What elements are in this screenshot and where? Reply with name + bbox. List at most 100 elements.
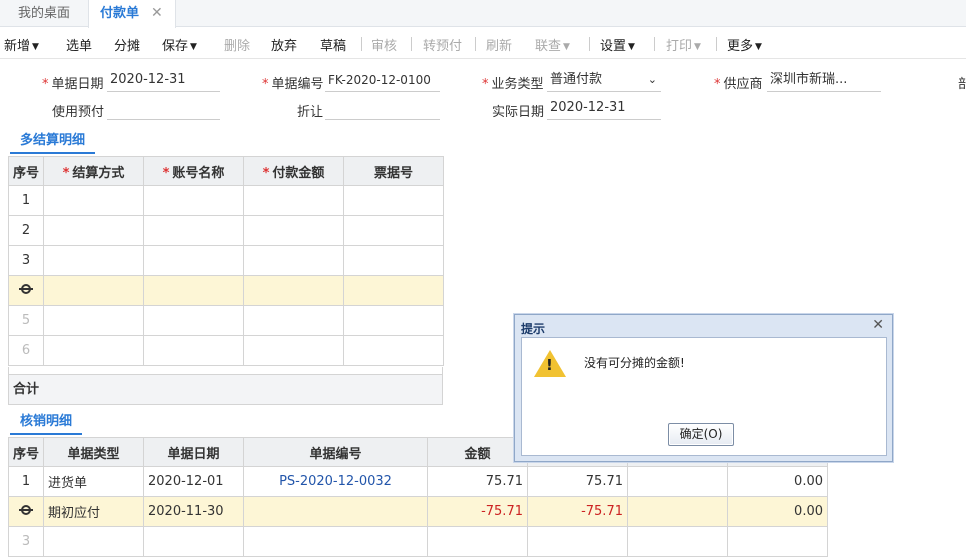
doc-type-cell[interactable]: 期初应付 [43, 496, 144, 527]
doc-date-cell[interactable]: 2020-11-30 [143, 496, 244, 527]
grid-cell[interactable]: 0.00 [727, 466, 828, 497]
grid-cell[interactable] [43, 335, 144, 366]
doc-date-field[interactable]: 2020-12-31 [107, 70, 220, 92]
grid-cell[interactable] [243, 275, 344, 306]
allocate-button[interactable]: 分摊 [114, 35, 140, 54]
col-header-pay-amount[interactable]: * 付款金额 [243, 156, 344, 186]
gear-icon [19, 282, 33, 296]
grid-cell[interactable] [243, 526, 428, 557]
grid-cell[interactable] [143, 215, 244, 246]
doc-no-link[interactable]: PS-2020-12-0032 [243, 466, 428, 497]
grid-cell[interactable] [243, 215, 344, 246]
grid-cell[interactable] [343, 215, 444, 246]
tab-my-desktop[interactable]: 我的桌面 [18, 0, 70, 27]
grid-cell[interactable] [143, 245, 244, 276]
grid-cell[interactable] [143, 305, 244, 336]
col-header-doc-type[interactable]: 单据类型 [43, 437, 144, 467]
grid-cell[interactable] [143, 275, 244, 306]
grid-cell[interactable] [143, 526, 244, 557]
grid-cell[interactable] [43, 275, 144, 306]
grid-cell[interactable] [43, 305, 144, 336]
settings-button[interactable]: 设置 ▼ [600, 35, 635, 54]
doc-type-cell[interactable]: 进货单 [43, 466, 144, 497]
link-query-button[interactable]: 联查 ▼ [535, 35, 570, 54]
grid-cell[interactable] [43, 215, 144, 246]
grid-cell[interactable] [343, 305, 444, 336]
save-button[interactable]: 保存 ▼ [162, 35, 197, 54]
settle-header-row: 序号 * 结算方式 * 账号名称 * 付款金额 票据号 [8, 156, 444, 186]
grid-cell[interactable] [43, 245, 144, 276]
grid-cell[interactable]: -75.71 [527, 496, 628, 527]
table-row-selected[interactable] [8, 275, 444, 306]
grid-cell[interactable] [427, 526, 528, 557]
col-header-doc-no[interactable]: 单据编号 [243, 437, 428, 467]
table-row[interactable]: 3 [8, 526, 828, 557]
doc-no-link[interactable] [243, 496, 428, 527]
use-prepay-field[interactable] [107, 98, 220, 120]
grid-cell[interactable] [43, 185, 144, 216]
more-button[interactable]: 更多 ▼ [727, 35, 762, 54]
grid-cell[interactable]: 75.71 [527, 466, 628, 497]
close-icon[interactable]: ✕ [872, 317, 884, 333]
tab-payment-order-label: 付款单 [100, 6, 140, 21]
close-tab-icon[interactable]: ✕ [151, 0, 163, 27]
col-header-account-name-text: 账号名称 [172, 165, 225, 181]
grid-cell[interactable] [343, 245, 444, 276]
amount-cell[interactable]: 75.71 [427, 466, 528, 497]
table-row-selected[interactable]: 期初应付 2020-11-30 -75.71 -75.71 0.00 [8, 496, 828, 527]
grid-cell[interactable] [627, 466, 728, 497]
row-settings-icon[interactable] [8, 496, 44, 527]
grid-cell[interactable] [343, 335, 444, 366]
new-button[interactable]: 新增 ▼ [4, 35, 39, 54]
audit-button[interactable]: 审核 [371, 35, 397, 54]
doc-date-cell[interactable]: 2020-12-01 [143, 466, 244, 497]
refresh-button[interactable]: 刷新 [486, 35, 512, 54]
abandon-button[interactable]: 放弃 [271, 35, 297, 54]
grid-cell[interactable] [243, 245, 344, 276]
settle-section-title[interactable]: 多结算明细 [10, 129, 96, 154]
grid-cell[interactable] [243, 335, 344, 366]
verify-section-title[interactable]: 核销明细 [10, 410, 83, 435]
row-settings-icon[interactable] [8, 275, 44, 306]
grid-cell[interactable] [627, 526, 728, 557]
actual-date-field[interactable]: 2020-12-31 [547, 98, 661, 120]
table-row[interactable]: 1 [8, 185, 444, 216]
draft-button[interactable]: 草稿 [320, 35, 346, 54]
doc-no-field[interactable]: FK-2020-12-0100 [325, 70, 440, 92]
grid-cell[interactable]: 0.00 [727, 496, 828, 527]
print-button[interactable]: 打印 ▼ [666, 35, 701, 54]
col-header-account-name[interactable]: * 账号名称 [143, 156, 244, 186]
toolbar-divider [411, 37, 412, 51]
table-row[interactable]: 3 [8, 245, 444, 276]
col-header-bill-no[interactable]: 票据号 [343, 156, 444, 186]
grid-cell[interactable] [727, 526, 828, 557]
grid-cell[interactable] [243, 305, 344, 336]
grid-cell[interactable] [343, 185, 444, 216]
discount-field[interactable] [325, 98, 440, 120]
grid-cell[interactable] [143, 335, 244, 366]
grid-cell[interactable] [243, 185, 344, 216]
chevron-down-icon: ▼ [628, 42, 635, 52]
grid-cell[interactable] [527, 526, 628, 557]
link-query-label: 联查 [535, 39, 562, 54]
table-row[interactable]: 2 [8, 215, 444, 246]
table-row[interactable]: 1 进货单 2020-12-01 PS-2020-12-0032 75.71 7… [8, 466, 828, 497]
supplier-field[interactable]: 深圳市新瑞... [767, 70, 881, 92]
delete-button[interactable]: 删除 [224, 35, 250, 54]
amount-cell[interactable]: -75.71 [427, 496, 528, 527]
biz-type-select[interactable]: 普通付款 ⌄ [547, 70, 661, 92]
col-header-doc-date[interactable]: 单据日期 [143, 437, 244, 467]
grid-cell[interactable] [143, 185, 244, 216]
col-header-settle-method[interactable]: * 结算方式 [43, 156, 144, 186]
grid-cell[interactable] [627, 496, 728, 527]
chevron-down-icon: ▼ [694, 42, 701, 52]
table-row[interactable]: 6 [8, 335, 444, 366]
ok-button[interactable]: 确定(O) [668, 423, 734, 446]
select-order-button[interactable]: 选单 [66, 35, 92, 54]
to-prepay-button[interactable]: 转预付 [423, 35, 462, 54]
grid-cell[interactable] [343, 275, 444, 306]
col-header-amount[interactable]: 金额 [427, 437, 528, 467]
grid-cell[interactable] [43, 526, 144, 557]
tab-payment-order[interactable]: 付款单 ✕ [88, 0, 176, 28]
table-row[interactable]: 5 [8, 305, 444, 336]
